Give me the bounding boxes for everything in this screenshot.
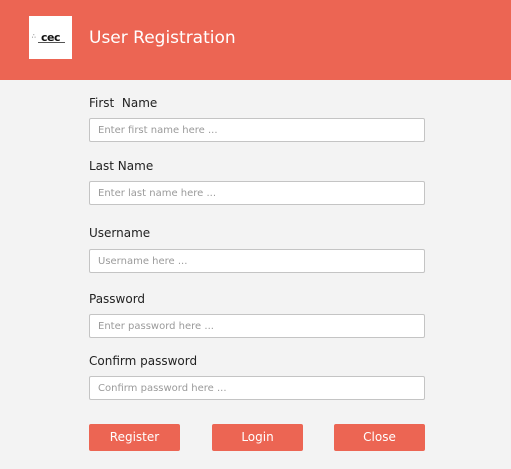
- login-button[interactable]: Login: [212, 424, 303, 451]
- confirm-password-input[interactable]: [89, 376, 425, 400]
- confirm-password-label: Confirm password: [89, 354, 198, 368]
- last-name-label: Last Name: [89, 159, 154, 173]
- header-bar: ∴ cec User Registration: [0, 0, 511, 80]
- first-name-label: First Name: [89, 96, 158, 110]
- password-input[interactable]: [89, 314, 425, 338]
- first-name-input[interactable]: [89, 118, 425, 142]
- register-button[interactable]: Register: [89, 424, 180, 451]
- logo-underline: [38, 42, 65, 43]
- logo-dots-icon: ∴: [32, 33, 36, 40]
- password-label: Password: [89, 292, 146, 306]
- close-button[interactable]: Close: [334, 424, 425, 451]
- username-input[interactable]: [89, 249, 425, 273]
- window-title: User Registration: [89, 28, 236, 48]
- last-name-input[interactable]: [89, 181, 425, 205]
- username-label: Username: [89, 226, 151, 240]
- app-logo: ∴ cec: [29, 16, 72, 59]
